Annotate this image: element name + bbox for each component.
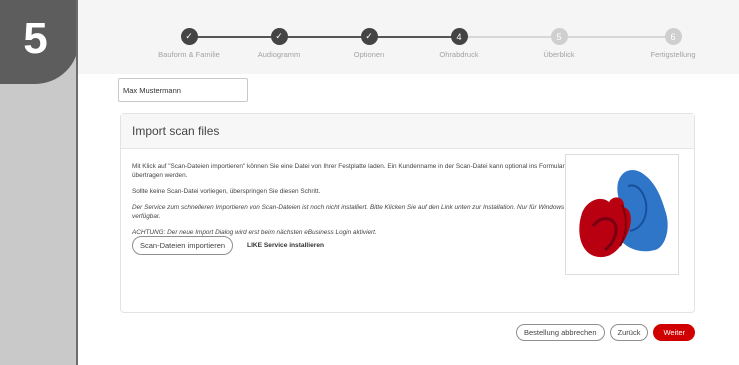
step-label: Fertigstellung bbox=[650, 50, 696, 59]
install-like-service-link[interactable]: LIKE Service installieren bbox=[247, 242, 324, 249]
wizard-footer-actions: Bestellung abbrechen Zurück Weiter bbox=[515, 324, 695, 341]
step-label: Überblick bbox=[543, 50, 575, 59]
import-actions: Scan-Dateien importieren LIKE Service in… bbox=[132, 236, 324, 255]
step-number: 5 bbox=[550, 28, 568, 45]
next-button[interactable]: Weiter bbox=[653, 324, 695, 341]
back-button[interactable]: Zurück bbox=[609, 324, 649, 341]
check-icon: ✓ bbox=[180, 28, 198, 45]
customer-name-field[interactable] bbox=[118, 78, 248, 102]
cancel-order-button[interactable]: Bestellung abbrechen bbox=[515, 324, 605, 341]
service-warning: Der Service zum schnelleren Importieren … bbox=[132, 204, 565, 220]
step-number: 4 bbox=[450, 28, 468, 45]
import-instructions: Mit Klick auf "Scan-Dateien importieren"… bbox=[132, 162, 567, 237]
stepper-area: ✓ Bauform & Familie ✓ Audiogramm ✓ Optio… bbox=[78, 0, 739, 74]
step-fertigstellung[interactable]: 6 Fertigstellung bbox=[613, 28, 733, 59]
check-icon: ✓ bbox=[270, 28, 288, 45]
import-description: Mit Klick auf "Scan-Dateien importieren"… bbox=[132, 163, 565, 179]
import-scan-files-card: Import scan files Mit Klick auf "Scan-Da… bbox=[120, 113, 695, 313]
step-ueberblick[interactable]: 5 Überblick bbox=[499, 28, 619, 59]
ear-impression-image bbox=[579, 169, 668, 258]
progress-stepper: ✓ Bauform & Familie ✓ Audiogramm ✓ Optio… bbox=[78, 0, 739, 74]
card-title: Import scan files bbox=[121, 114, 694, 149]
step-number: 6 bbox=[664, 28, 682, 45]
check-icon: ✓ bbox=[360, 28, 378, 45]
import-scan-files-button[interactable]: Scan-Dateien importieren bbox=[132, 236, 234, 255]
step-number-badge: 5 bbox=[0, 0, 79, 84]
ear-impression-preview bbox=[565, 154, 679, 275]
skip-description: Sollte keine Scan-Datei vorliegen, übers… bbox=[132, 188, 321, 195]
